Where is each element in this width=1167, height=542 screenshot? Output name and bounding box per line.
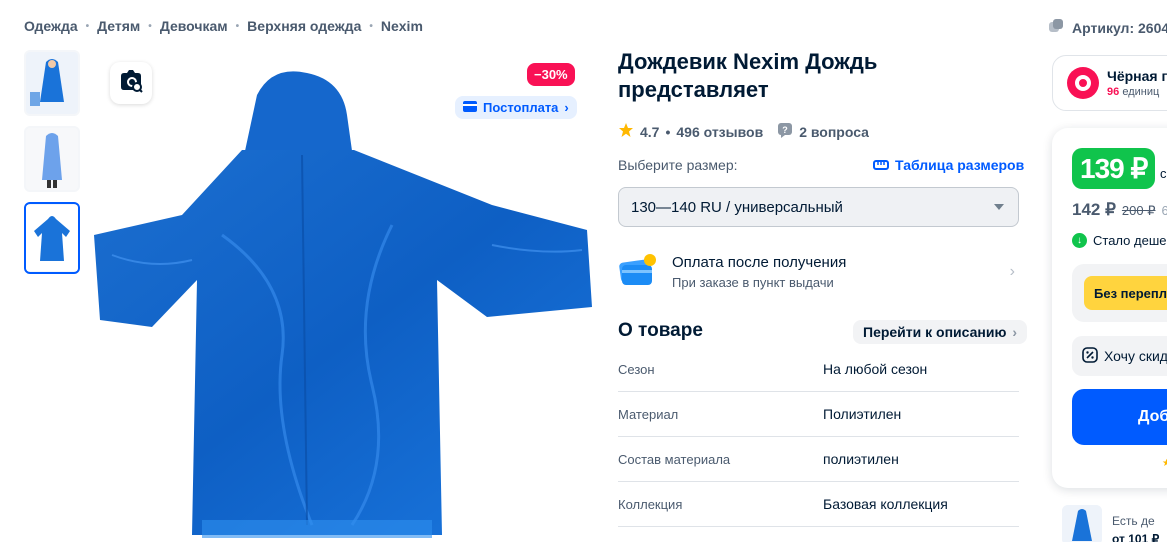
reviews-link[interactable]: 496 отзывов xyxy=(676,124,763,140)
price-card: 139 ₽ c 142 ₽ 200 ₽ 6 ↓ Стало деше Без п… xyxy=(1052,128,1167,488)
seller-count: 96 xyxy=(1107,86,1120,98)
copy-icon xyxy=(1048,18,1064,37)
chevron-down-icon xyxy=(994,204,1004,210)
breadcrumb-separator: • xyxy=(85,20,90,32)
thumbnail-list xyxy=(24,50,80,274)
seller-count-suffix: единиц xyxy=(1122,86,1160,98)
goto-description-button[interactable]: Перейти к описанию › xyxy=(853,320,1028,344)
rating-row: 4.7 • 496 отзывов ? 2 вопроса xyxy=(618,122,869,141)
star-icon xyxy=(618,122,634,141)
spec-row: Коллекция Базовая коллекция xyxy=(618,482,1019,527)
question-icon: ? xyxy=(777,122,793,141)
breadcrumb: Одежда • Детям • Девочкам • Верхняя одеж… xyxy=(24,18,423,34)
about-title: О товаре xyxy=(618,320,703,341)
breadcrumb-item-clothes[interactable]: Одежда xyxy=(24,18,78,34)
card-icon xyxy=(463,100,477,115)
spec-row: Состав материала полиэтилен xyxy=(618,437,1019,482)
image-search-button[interactable] xyxy=(110,62,152,104)
specs-table: Сезон На любой сезон Материал Полиэтилен… xyxy=(618,347,1019,527)
price-dropped-text: Стало деше xyxy=(1093,233,1167,248)
breadcrumb-separator: • xyxy=(235,20,240,32)
product-main-image[interactable] xyxy=(92,55,597,542)
breadcrumb-separator: • xyxy=(148,20,152,32)
thumbnail-1[interactable] xyxy=(24,50,80,116)
postpay-label: Постоплата xyxy=(483,100,559,115)
seller-name: Чёрная п xyxy=(1107,68,1167,84)
seller-info: Чёрная п 96 единиц xyxy=(1107,68,1167,98)
raincoat-image xyxy=(94,71,592,538)
spec-value: На любой сезон xyxy=(823,361,928,377)
cards-icon xyxy=(618,251,656,294)
want-discount-button[interactable]: Хочу скид xyxy=(1072,336,1167,376)
star-icon: ★ xyxy=(1162,458,1167,469)
thumbnail-2[interactable] xyxy=(24,126,80,192)
article-label: Артикул: 2604 xyxy=(1072,19,1167,36)
seller-subtitle: 96 единиц xyxy=(1107,86,1167,98)
chevron-right-icon: › xyxy=(564,100,569,115)
want-discount-label: Хочу скид xyxy=(1104,348,1167,364)
breadcrumb-item-girls[interactable]: Девочкам xyxy=(160,18,228,34)
breadcrumb-item-outerwear[interactable]: Верхняя одежда xyxy=(247,18,361,34)
cheaper-item-image xyxy=(1062,505,1102,542)
thumbnail-raincoat-flat-image xyxy=(26,205,78,271)
spec-key: Коллекция xyxy=(618,496,683,512)
price-dropped-row: ↓ Стало деше xyxy=(1072,233,1166,248)
payment-texts: Оплата после получения При заказе в пунк… xyxy=(672,254,846,290)
goto-description-label: Перейти к описанию xyxy=(863,324,1007,340)
size-label: Выберите размер: xyxy=(618,157,738,173)
spec-key: Состав материала xyxy=(618,451,731,467)
arrow-down-icon: ↓ xyxy=(1072,233,1087,248)
spec-row: Материал Полиэтилен xyxy=(618,392,1019,437)
questions-link[interactable]: 2 вопроса xyxy=(799,124,869,140)
spec-value: полиэтилен xyxy=(823,451,899,467)
spec-value: Базовая коллекция xyxy=(823,496,948,512)
spec-row: Сезон На любой сезон xyxy=(618,347,1019,392)
chevron-right-icon: › xyxy=(1012,324,1018,340)
cheaper-elsewhere-card[interactable]: Есть де от 101 ₽ xyxy=(1062,505,1167,542)
main-price: 139 ₽ xyxy=(1072,148,1156,189)
cheaper-elsewhere-text: Есть де от 101 ₽ xyxy=(1112,514,1159,542)
price-after-text: c xyxy=(1160,166,1167,181)
thumbnail-raincoat-front-image xyxy=(26,128,78,190)
product-title: Дождевик Nexim Дождь представляет xyxy=(618,49,878,102)
price-extra: 6 xyxy=(1161,203,1167,218)
rating-value: 4.7 xyxy=(640,123,660,140)
breadcrumb-item-kids[interactable]: Детям xyxy=(97,18,140,34)
size-table-link[interactable]: Таблица размеров xyxy=(873,157,1024,173)
size-table-label: Таблица размеров xyxy=(895,157,1025,173)
thumbnail-raincoat-model-image xyxy=(26,52,78,114)
add-to-cart-button[interactable]: Доб xyxy=(1072,389,1167,445)
cheaper-elsewhere-price: от 101 ₽ xyxy=(1112,532,1160,542)
thumbnail-3[interactable] xyxy=(24,202,80,274)
seller-card[interactable]: Чёрная п 96 единиц xyxy=(1052,55,1167,111)
chevron-right-icon: › xyxy=(1009,263,1015,280)
camera-search-icon xyxy=(118,69,144,98)
discount-badge: −30% xyxy=(527,63,575,86)
postpay-badge[interactable]: Постоплата › xyxy=(455,96,577,119)
payment-title: Оплата после получения xyxy=(672,254,847,271)
size-selected-value: 130—140 RU / универсальный xyxy=(631,198,843,216)
seller-logo xyxy=(1067,67,1099,99)
ruler-icon xyxy=(873,157,889,173)
price-without-card: 142 ₽ xyxy=(1072,200,1116,219)
breadcrumb-separator: • xyxy=(369,20,373,32)
no-overpay-badge[interactable]: Без перепла xyxy=(1084,276,1167,310)
payment-after-receipt[interactable]: Оплата после получения При заказе в пунк… xyxy=(618,249,1019,295)
size-select[interactable]: 130—140 RU / универсальный xyxy=(618,187,1019,227)
article-number[interactable]: Артикул: 2604 xyxy=(1048,18,1167,37)
svg-text:?: ? xyxy=(782,125,788,135)
spec-key: Материал xyxy=(618,406,679,422)
no-overpay-box: Без перепла xyxy=(1072,264,1167,322)
price-secondary-row: 142 ₽ 200 ₽ 6 xyxy=(1072,200,1167,220)
discount-percent-icon xyxy=(1082,346,1098,366)
payment-subtitle: При заказе в пункт выдачи xyxy=(672,275,834,290)
spec-key: Сезон xyxy=(618,361,655,377)
old-price: 200 ₽ xyxy=(1121,203,1156,218)
cheaper-elsewhere-label: Есть де xyxy=(1112,514,1155,528)
spec-value: Полиэтилен xyxy=(823,406,902,422)
breadcrumb-item-brand[interactable]: Nexim xyxy=(381,18,423,34)
